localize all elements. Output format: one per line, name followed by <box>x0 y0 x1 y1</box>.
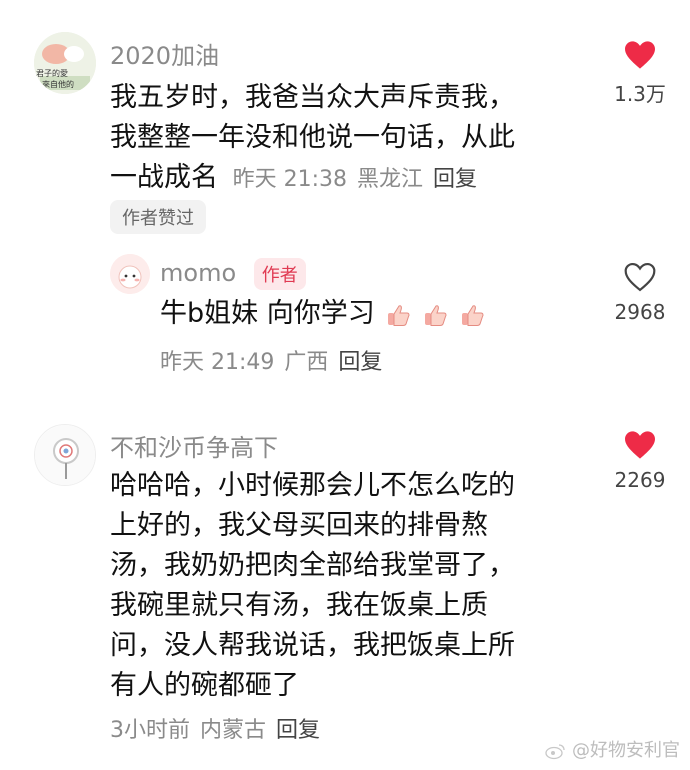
comment-location: 黑龙江 <box>357 167 424 192</box>
avatar-caption: 來自他的 <box>42 80 74 89</box>
avatar-caption: 君子的愛 <box>36 69 68 78</box>
like-button[interactable]: 2269 <box>605 430 675 492</box>
reply-button[interactable]: 回复 <box>338 350 382 375</box>
comment-line: 有人的碗都砸了 <box>110 670 299 701</box>
thumbs-up-icon <box>388 304 410 326</box>
avatar[interactable]: 君子的愛 來自他的 <box>34 32 96 94</box>
comment-line: 哈哈哈，小时候那会儿不怎么吃的 <box>110 470 515 501</box>
username[interactable]: momo 作者 <box>160 258 306 290</box>
username[interactable]: 不和沙币争高下 <box>110 428 278 463</box>
comment-line: 牛b姐妹 向你学习 <box>160 294 485 334</box>
like-button[interactable]: 1.3万 <box>605 40 675 107</box>
heart-filled-icon <box>625 431 655 459</box>
comment-time: 3小时前 <box>110 718 190 743</box>
avatar[interactable] <box>34 424 96 486</box>
comment-line: 一战成名 昨天 21:38 黑龙江 回复 <box>110 158 515 200</box>
watermark: @好物安利官 <box>544 736 680 762</box>
comment-time: 昨天 21:38 <box>232 167 347 192</box>
comment-text: 哈哈哈，小时候那会儿不怎么吃的 上好的，我父母买回来的排骨熬 汤，我奶奶把肉全部… <box>110 466 515 706</box>
comment-line-text: 一战成名 <box>110 162 218 193</box>
thumbs-up-icon <box>424 304 447 326</box>
reply-button[interactable]: 回复 <box>276 718 320 743</box>
comment-line: 汤，我奶奶把肉全部给我堂哥了， <box>110 550 515 581</box>
comment-location: 广西 <box>284 350 329 375</box>
thumbs-up-icon <box>461 304 484 326</box>
comment-time: 昨天 21:49 <box>160 350 275 375</box>
comment-line: 我碗里就只有汤，我在饭桌上质 <box>110 590 488 621</box>
comment-meta: 昨天 21:49 广西 回复 <box>160 344 392 376</box>
heart-filled-icon <box>625 41 655 69</box>
reply-button[interactable]: 回复 <box>433 167 477 192</box>
username[interactable]: 2020加油 <box>110 36 219 71</box>
avatar-image <box>35 425 95 485</box>
comment-meta: 3小时前 内蒙古 回复 <box>110 712 330 744</box>
avatar-image <box>110 254 150 294</box>
comment-line: 我五岁时，我爸当众大声斥责我， <box>110 82 515 113</box>
comment-line: 我整整一年没和他说一句话，从此 <box>110 122 515 153</box>
comment-line: 问，没人帮我说话，我把饭桌上所 <box>110 630 515 661</box>
username-text: momo <box>160 259 237 287</box>
like-count: 2968 <box>614 300 666 324</box>
author-tag: 作者 <box>253 258 306 290</box>
avatar[interactable] <box>110 254 150 294</box>
comment-text: 牛b姐妹 向你学习 <box>160 294 485 334</box>
comment-text: 我五岁时，我爸当众大声斥责我， 我整整一年没和他说一句话，从此 一战成名 昨天 … <box>110 78 515 200</box>
like-count: 2269 <box>614 468 666 492</box>
like-button[interactable]: 2968 <box>605 262 675 324</box>
weibo-logo-icon <box>545 744 565 760</box>
comment-line-text: 牛b姐妹 向你学习 <box>160 298 375 329</box>
comment-location: 内蒙古 <box>200 718 267 743</box>
heart-outline-icon <box>624 262 656 292</box>
comment-line: 上好的，我父母买回来的排骨熬 <box>110 510 488 541</box>
like-count: 1.3万 <box>614 82 666 106</box>
watermark-text: @好物安利官 <box>572 740 680 761</box>
comment-meta: 昨天 21:38 黑龙江 回复 <box>233 167 487 192</box>
author-liked-badge: 作者赞过 <box>110 200 206 234</box>
